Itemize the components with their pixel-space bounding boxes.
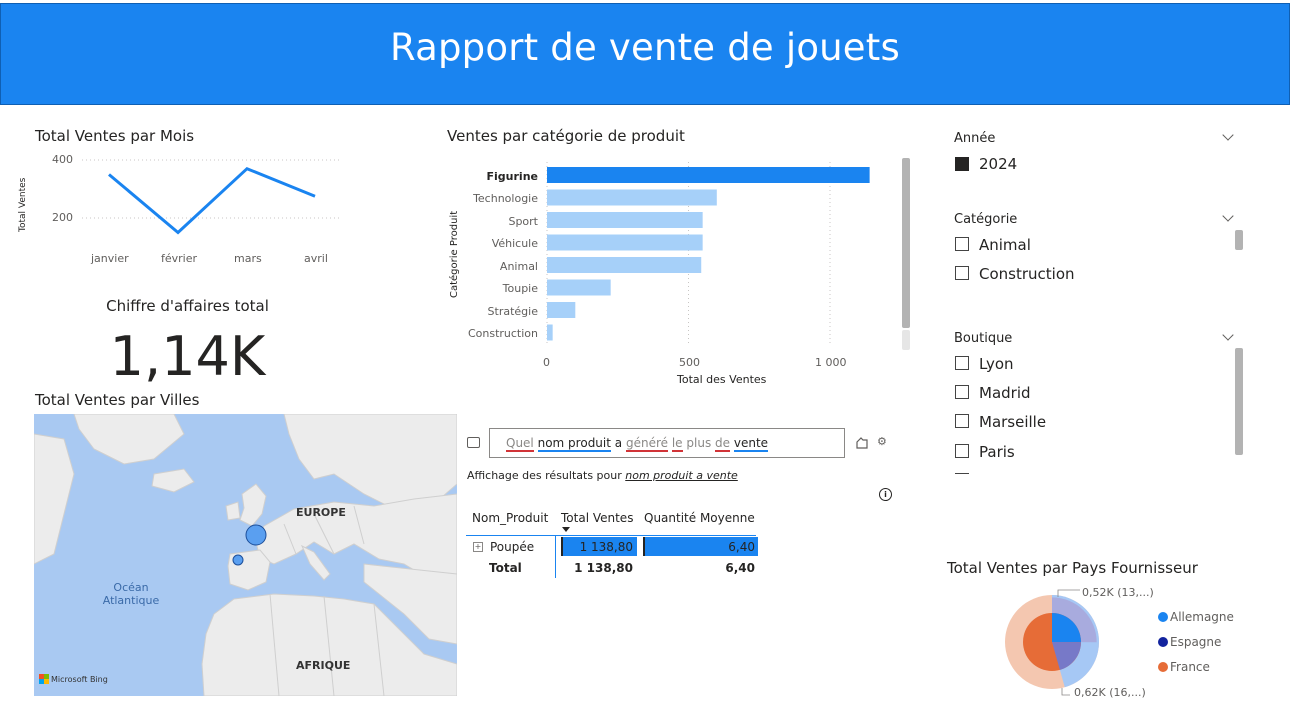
slicer-categorie-checkbox[interactable] [955, 237, 969, 251]
slicer-categorie-title: Catégorie [954, 212, 1018, 227]
sort-desc-icon[interactable] [562, 527, 570, 532]
chevron-down-icon[interactable] [1222, 329, 1234, 341]
slicer-boutique-item[interactable]: Marseille [979, 413, 1046, 431]
map-bubbles[interactable] [34, 414, 457, 696]
bar-chart-bar [547, 324, 553, 341]
bing-logo-icon [39, 674, 49, 684]
table-total-label: Total [489, 561, 522, 575]
qna-word: vente [733, 436, 769, 452]
bar-chart-bar [547, 302, 576, 318]
qna-word: généré [625, 436, 669, 452]
map-title: Total Ventes par Villes [35, 391, 200, 409]
slicer-boutique-checkbox[interactable] [955, 356, 969, 370]
legend-dot-allemagne [1158, 612, 1168, 622]
legend-label[interactable]: Espagne [1170, 635, 1221, 649]
slicer-boutique-checkbox-partial[interactable] [955, 473, 969, 476]
legend-dot-france [1158, 662, 1168, 672]
slicer-categorie-item[interactable]: Animal [979, 236, 1031, 254]
qna-word: a [614, 436, 623, 450]
map-label-ocean: Océan Atlantique [102, 581, 160, 607]
slicer-boutique-scrollbar[interactable] [1235, 348, 1243, 455]
table-header-quantite-moyenne[interactable]: Quantité Moyenne [644, 511, 755, 525]
bar-chart-scrollbar[interactable] [902, 158, 910, 328]
expand-icon[interactable]: + [473, 542, 483, 552]
table-cell-qty[interactable]: 6,40 [643, 540, 755, 554]
bar-chart-xlabel: Total des Ventes [677, 373, 767, 386]
slicer-annee-item[interactable]: 2024 [979, 155, 1017, 173]
legend-dot-espagne [1158, 637, 1168, 647]
qna-word: de [715, 436, 731, 452]
legend-label[interactable]: France [1170, 660, 1210, 674]
chevron-down-icon[interactable] [1222, 129, 1234, 141]
slicer-boutique-title: Boutique [954, 331, 1013, 346]
pie-callout-bottom: 0,62K (16,...) [1074, 686, 1146, 699]
slicer-annee-checkbox[interactable] [955, 157, 969, 171]
bar-chart-xtick-0: 0 [543, 356, 550, 369]
info-icon[interactable]: i [879, 488, 892, 501]
legend-label[interactable]: Allemagne [1170, 610, 1234, 624]
bar-chart-xtick-1000: 1 000 [815, 356, 847, 369]
slicer-boutique-item[interactable]: Madrid [979, 384, 1031, 402]
map-attribution: Microsoft Bing [51, 675, 108, 684]
slicer-boutique-item[interactable]: Paris [979, 443, 1015, 461]
slicer-categorie-item[interactable]: Construction [979, 265, 1075, 283]
bar-chart-scroll-track[interactable] [902, 330, 910, 350]
pie-chart-title: Total Ventes par Pays Fournisseur [947, 559, 1198, 577]
slicer-annee-title: Année [954, 131, 996, 146]
table-total-qty: 6,40 [725, 561, 755, 575]
table-column-divider [555, 535, 556, 578]
slicer-categorie-scrollbar[interactable] [1235, 230, 1243, 250]
table-total-total: 1 138,80 [574, 561, 633, 575]
table-header-nom-produit[interactable]: Nom_Produit [472, 511, 548, 525]
slicer-categorie-checkbox[interactable] [955, 266, 969, 280]
table-cell-total[interactable]: 1 138,80 [561, 540, 633, 554]
qna-input[interactable]: Quel nom produit a généré le plus de ven… [489, 428, 845, 458]
qna-word: plus [686, 436, 712, 450]
bar-chart-bar [547, 212, 703, 228]
map-bubble-city[interactable] [232, 554, 244, 566]
table-header-divider [466, 535, 756, 536]
qna-word: nom produit [537, 436, 611, 452]
bar-chart[interactable] [0, 0, 900, 380]
qna-results-line: Affichage des résultats pour nom produit… [467, 469, 738, 482]
map-label-afrique: AFRIQUE [296, 659, 351, 672]
bar-chart-bar [547, 234, 703, 251]
bar-chart-bar [547, 279, 611, 296]
map-bubble-city[interactable] [245, 524, 267, 546]
bar-chart-bar [547, 167, 870, 183]
bar-chart-xtick-500: 500 [679, 356, 700, 369]
qna-word: Quel [506, 436, 534, 452]
table-header-total-ventes[interactable]: Total Ventes [561, 511, 633, 525]
qna-comment-icon[interactable] [467, 437, 480, 448]
pie-callout-top: 0,52K (13,...) [1082, 586, 1154, 599]
qna-question[interactable]: Quel nom produit a généré le plus de ven… [506, 436, 769, 452]
chevron-down-icon[interactable] [1222, 210, 1234, 222]
slicer-boutique-checkbox[interactable] [955, 385, 969, 399]
qna-results-prefix: Affichage des résultats pour [467, 469, 626, 482]
table-cell-name[interactable]: Poupée [490, 540, 534, 554]
slicer-boutique-item[interactable]: Lyon [979, 355, 1014, 373]
qna-settings-icon[interactable]: ⚙ [877, 435, 887, 448]
qna-results-query[interactable]: nom produit a vente [625, 469, 738, 482]
slicer-boutique-checkbox[interactable] [955, 444, 969, 458]
qna-word: le [671, 436, 683, 452]
slicer-boutique-checkbox[interactable] [955, 414, 969, 428]
qna-turn-into-visual-icon[interactable] [855, 435, 868, 449]
bar-chart-bar [547, 257, 702, 273]
bar-chart-bar [547, 189, 717, 206]
map-label-europe: EUROPE [296, 506, 346, 519]
